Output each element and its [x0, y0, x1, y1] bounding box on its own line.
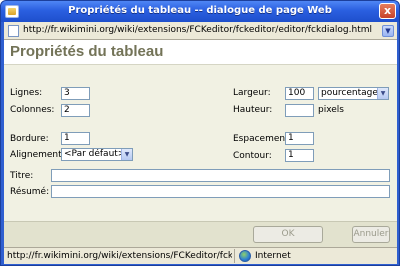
spacing-label: Espacement: — [233, 134, 292, 144]
chevron-down-icon[interactable]: ▼ — [121, 149, 132, 160]
page-icon — [8, 25, 19, 37]
columns-label: Colonnes: — [10, 105, 55, 115]
height-unit-label: pixels — [318, 105, 344, 115]
alignment-label: Alignement: — [10, 150, 65, 160]
address-url[interactable]: http://fr.wikimini.org/wiki/extensions/F… — [23, 25, 378, 37]
chevron-down-icon[interactable]: ▼ — [382, 25, 394, 37]
window-title: Propriétés du tableau -- dialogue de pag… — [68, 5, 332, 16]
chevron-down-icon[interactable]: ▼ — [377, 88, 388, 99]
width-label: Largeur: — [233, 88, 271, 98]
height-input[interactable] — [285, 104, 314, 117]
padding-label: Contour: — [233, 151, 272, 161]
address-bar: http://fr.wikimini.org/wiki/extensions/F… — [4, 22, 397, 40]
border-input[interactable]: 1 — [61, 132, 90, 145]
summary-label: Résumé: — [10, 187, 50, 197]
status-divider — [234, 249, 235, 263]
width-unit-value: pourcentage — [321, 88, 378, 98]
dialog-heading: Propriétés du tableau — [10, 43, 164, 60]
spacing-input[interactable]: 1 — [285, 132, 314, 145]
dialog-body: Propriétés du tableau Lignes: 3 Colonnes… — [4, 40, 397, 247]
rows-label: Lignes: — [10, 88, 43, 98]
caption-input[interactable] — [51, 169, 390, 182]
height-label: Hauteur: — [233, 105, 273, 115]
cancel-button[interactable]: Annuler — [352, 226, 390, 243]
border-label: Bordure: — [10, 134, 49, 144]
alignment-value: <Par défaut> — [64, 149, 126, 159]
close-button[interactable]: x — [379, 3, 396, 19]
padding-input[interactable]: 1 — [285, 149, 314, 162]
columns-input[interactable]: 2 — [61, 104, 90, 117]
globe-icon — [239, 250, 251, 262]
width-input[interactable]: 100 — [285, 87, 314, 100]
dialog-header: Propriétés du tableau — [4, 40, 397, 65]
ok-button[interactable]: OK — [253, 226, 323, 243]
dialog-footer: OK Annuler — [4, 221, 397, 247]
dialog-window: Propriétés du tableau -- dialogue de pag… — [0, 0, 400, 266]
title-bar: Propriétés du tableau -- dialogue de pag… — [1, 1, 399, 22]
summary-input[interactable] — [51, 185, 390, 198]
caption-label: Titre: — [10, 171, 34, 181]
status-bar: http://fr.wikimini.org/wiki/extensions/F… — [4, 247, 397, 264]
security-zone: Internet — [255, 251, 291, 261]
status-text: http://fr.wikimini.org/wiki/extensions/F… — [7, 251, 232, 261]
rows-input[interactable]: 3 — [61, 87, 90, 100]
width-unit-select[interactable]: pourcentage ▼ — [318, 87, 389, 100]
alignment-select[interactable]: <Par défaut> ▼ — [61, 148, 133, 161]
